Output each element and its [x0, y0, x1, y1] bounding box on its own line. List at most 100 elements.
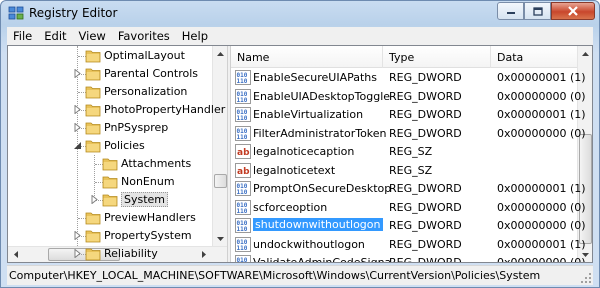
tree-item-photopropertyhandler[interactable]: PhotoPropertyHandler [8, 101, 225, 119]
minimize-icon [506, 12, 515, 14]
value-row[interactable]: 010 110 undockwithoutlogon REG_DWORD 0x00000… [231, 236, 586, 254]
svg-text:110: 110 [237, 189, 248, 196]
value-row[interactable]: 010 110 FilterAdministratorToken REG_DWORD 0… [231, 125, 586, 143]
caption-buttons [497, 2, 595, 20]
column-header-name[interactable]: Name [231, 46, 383, 68]
menu-file[interactable]: File [7, 29, 38, 43]
column-header-type[interactable]: Type [383, 46, 491, 68]
folder-icon [85, 48, 101, 63]
tree-item-propertysystem[interactable]: PropertySystem [8, 227, 212, 245]
expand-arrow-icon[interactable] [73, 69, 82, 78]
dword-value-icon: 010110 [235, 88, 251, 104]
dword-value-icon: 010110 [235, 236, 251, 252]
string-value-icon: ab [235, 144, 251, 159]
value-row[interactable]: 010110ValidateAdminCodeSigna...REG_DWORD… [231, 254, 586, 262]
tree-item-pnpsysprep[interactable]: PnPSysprep [8, 119, 212, 137]
close-button[interactable] [551, 2, 595, 20]
value-data: 0x00000001 (1) [497, 108, 586, 121]
menu-help[interactable]: Help [176, 29, 214, 43]
value-row[interactable]: 010 110 scforceoption REG_DWORD 0x00000000 (… [231, 199, 586, 217]
expand-arrow-icon[interactable] [90, 195, 99, 204]
expand-arrow-icon[interactable] [73, 231, 82, 240]
tree-item-parental-controls[interactable]: Parental Controls [8, 65, 212, 83]
folder-icon [85, 210, 101, 225]
tree-item-optimallayout[interactable]: OptimalLayout [8, 47, 212, 65]
dword-value-icon: 010110 [235, 218, 251, 233]
scroll-down-arrow-icon[interactable] [213, 231, 227, 246]
list-scroll-up-arrow-icon[interactable] [578, 46, 592, 61]
value-data: 0x00000001 (1) [497, 237, 586, 251]
window-title: Registry Editor [29, 6, 118, 20]
tree-item-previewhandlers[interactable]: PreviewHandlers [8, 209, 212, 227]
registry-editor-app-icon [8, 6, 24, 20]
svg-text:110: 110 [237, 134, 248, 141]
value-type: REG_DWORD [389, 237, 462, 251]
tree-item-policies[interactable]: Policies [8, 137, 212, 155]
tree-item-label: Parental Controls [104, 67, 198, 80]
minimize-button[interactable] [497, 2, 524, 20]
value-data: 0x00000000 (0) [497, 126, 586, 140]
registry-values-list: Name Type Data 010 110 EnableSecureUIAPath… [231, 46, 592, 262]
svg-text:110: 110 [237, 226, 248, 233]
folder-icon [85, 102, 101, 117]
collapse-arrow-icon[interactable] [73, 141, 82, 150]
column-header-data[interactable]: Data [491, 46, 577, 68]
value-row[interactable]: ab legalnoticecaption REG_SZ [231, 143, 577, 161]
svg-text:110: 110 [237, 115, 248, 122]
tree-item-label: Reliability [104, 247, 158, 260]
tree-item-nonenum[interactable]: NonEnum [8, 173, 212, 191]
dword-value-icon: 010110 [235, 181, 251, 196]
svg-text:110: 110 [237, 208, 248, 215]
close-icon [568, 6, 578, 16]
tree-item-label: PhotoPropertyHandler [104, 103, 226, 116]
expand-arrow-icon[interactable] [73, 105, 82, 114]
value-name: EnableSecureUIAPaths [253, 71, 378, 84]
scroll-up-arrow-icon[interactable] [213, 46, 227, 61]
tree-item-attachments[interactable]: Attachments [8, 155, 212, 173]
dword-value-icon: 010110 [235, 255, 251, 262]
tree-vertical-scroll-thumb[interactable] [214, 174, 227, 188]
status-bar: Computer\HKEY_LOCAL_MACHINE\SOFTWARE\Mic… [7, 265, 593, 285]
menu-favorites[interactable]: Favorites [112, 29, 176, 43]
value-row[interactable]: 010 110 EnableSecureUIAPaths REG_DWORD 0x000… [231, 69, 586, 87]
folder-icon [102, 156, 118, 171]
value-row[interactable]: ab legalnoticetext REG_SZ [231, 162, 577, 180]
main-content: OptimalLayout Parental Controls Personaliz… [7, 45, 593, 263]
tree-item-system[interactable]: System [8, 191, 212, 209]
value-row[interactable]: 010 110 EnableUIADesktopToggle REG_DWORD 0x0… [231, 88, 586, 106]
menu-view[interactable]: View [73, 29, 112, 43]
current-key-path: Computer\HKEY_LOCAL_MACHINE\SOFTWARE\Mic… [9, 269, 541, 282]
dword-value-icon: 010110 [235, 107, 251, 122]
value-row[interactable]: 010 110 EnableVirtualization REG_DWORD 0x000… [231, 106, 586, 124]
value-type: REG_DWORD [389, 71, 462, 84]
tree-vertical-scrollbar[interactable] [212, 46, 227, 246]
registry-key-tree: OptimalLayout Parental Controls Personaliz… [8, 46, 227, 262]
folder-icon [85, 120, 101, 135]
dword-value-icon: 010110 [235, 125, 251, 141]
svg-text:110: 110 [237, 97, 248, 104]
svg-text:ab: ab [237, 148, 250, 158]
value-data: 0x00000000 (0) [497, 200, 586, 214]
maximize-button[interactable] [524, 2, 551, 20]
expand-arrow-icon[interactable] [73, 123, 82, 132]
title-bar[interactable]: Registry Editor [1, 1, 599, 25]
folder-icon [85, 246, 101, 261]
value-row[interactable]: 010 110 PromptOnSecureDesktop REG_DWORD 0x00… [231, 180, 586, 198]
tree-item-personalization[interactable]: Personalization [8, 83, 212, 101]
folder-icon [102, 174, 118, 189]
tree-item-label: Personalization [104, 85, 188, 98]
value-name: FilterAdministratorToken [253, 126, 387, 140]
tree-item-label: Attachments [121, 157, 192, 170]
value-type: REG_DWORD [389, 182, 462, 195]
value-name: scforceoption [253, 200, 328, 214]
svg-text:110: 110 [237, 245, 248, 252]
tree-item-label: PropertySystem [104, 229, 192, 242]
menu-edit[interactable]: Edit [38, 29, 72, 43]
tree-item-label: PreviewHandlers [104, 211, 196, 224]
svg-text:110: 110 [237, 78, 248, 85]
value-row[interactable]: 010 110 shutdownwithoutlogon REG_DWORD 0x000… [231, 217, 586, 235]
resize-grip-icon[interactable] [580, 272, 592, 284]
tree-item-reliability[interactable]: Reliability [8, 245, 212, 262]
expand-arrow-icon[interactable] [73, 249, 82, 258]
value-type: REG_SZ [389, 145, 433, 158]
